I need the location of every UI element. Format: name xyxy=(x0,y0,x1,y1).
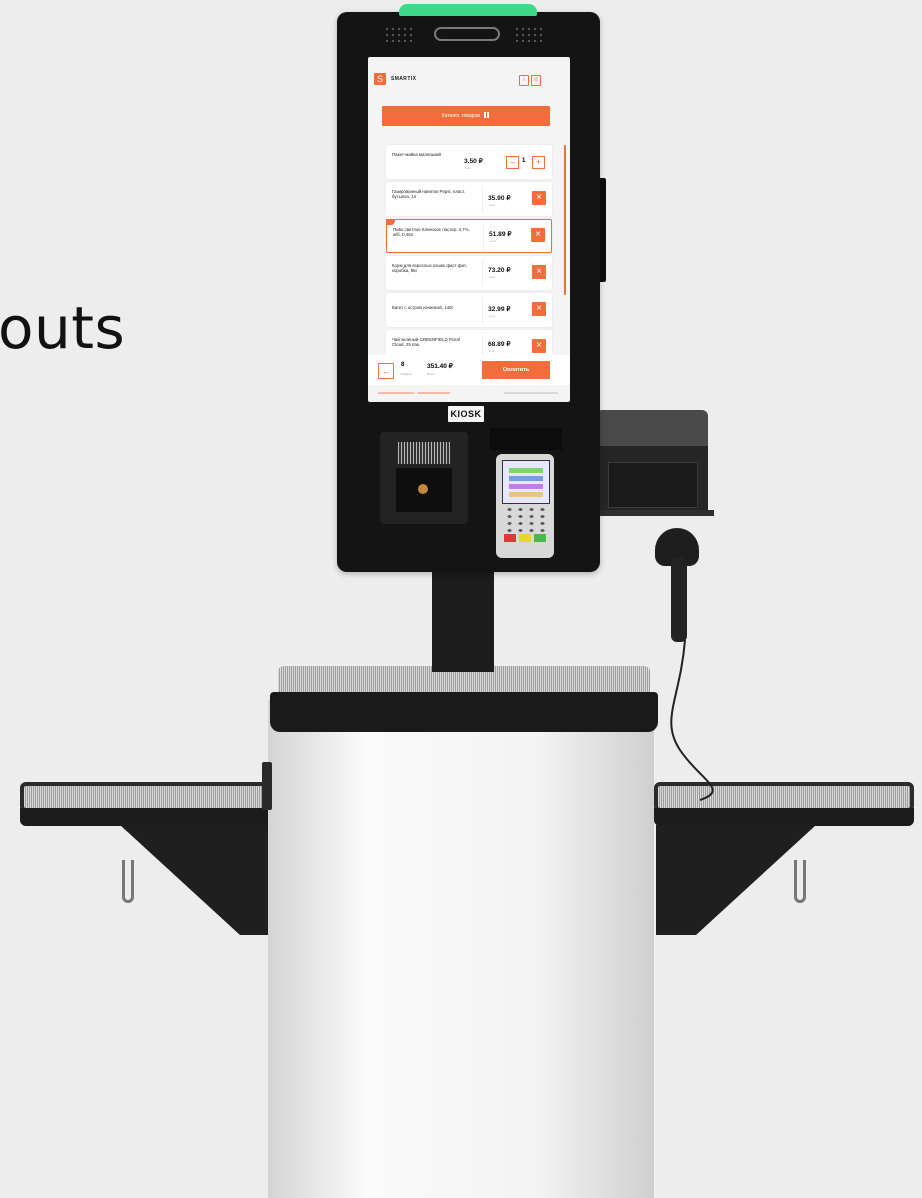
cart-item: Багет с острой начинкой, 140г 32.99 ₽ 1 … xyxy=(386,293,552,327)
catalog-button-label: Каталог товаров xyxy=(441,113,480,119)
pay-button-label: Оплатить xyxy=(502,367,530,373)
item-price: 35.90 ₽ xyxy=(488,195,511,202)
item-divider xyxy=(482,186,483,212)
brand-name: SMARTIX xyxy=(391,76,417,82)
plus-button[interactable]: + xyxy=(532,156,545,169)
remove-item-button[interactable]: × xyxy=(532,191,546,205)
item-count: 8 xyxy=(401,362,405,368)
item-name: Газированный напиток Pepsi, пласт. бутыл… xyxy=(392,189,466,200)
catalog-button[interactable]: Каталог товаров xyxy=(382,106,550,126)
legal-footer xyxy=(378,392,558,394)
item-divider xyxy=(482,260,483,286)
item-price: 68.89 ₽ xyxy=(488,341,511,348)
remove-item-button[interactable]: × xyxy=(532,302,546,316)
payment-terminal[interactable] xyxy=(490,428,562,558)
total-label: Итого xyxy=(427,372,435,376)
qr-reader xyxy=(380,432,468,524)
item-unit: 1 шт xyxy=(465,166,472,170)
back-button[interactable]: ← xyxy=(378,363,394,379)
quantity-value: 1 xyxy=(522,158,526,164)
touch-screen[interactable]: S SMARTIX i ≡ Каталог товаров Пакет-майк… xyxy=(368,57,570,402)
item-count-label: Товаров xyxy=(400,372,412,376)
cart-item: Корм для взрослых кошек фаст фит, коробк… xyxy=(386,256,552,290)
right-hook xyxy=(794,860,806,903)
terminal-screen xyxy=(502,460,550,504)
minus-button[interactable]: – xyxy=(506,156,519,169)
kiosk-label-plate: KIOSK xyxy=(448,406,484,422)
grid-icon xyxy=(484,112,491,118)
remove-item-button[interactable]: × xyxy=(532,265,546,279)
info-icon[interactable]: i xyxy=(519,75,529,86)
left-shelf-bracket xyxy=(120,825,280,935)
right-shelf-bracket xyxy=(656,825,816,935)
barcode-scanner xyxy=(655,528,701,648)
speaker-left xyxy=(384,26,414,42)
item-unit: 1 шт xyxy=(489,314,496,318)
item-unit: 1 шт xyxy=(489,349,496,353)
sensor-light xyxy=(399,4,537,16)
cart-footer: ← 8 Товаров 351.40 ₽ Итого Оплатить xyxy=(368,355,570,385)
menu-icon[interactable]: ≡ xyxy=(531,75,541,86)
headline-text: outs xyxy=(0,294,126,362)
cabinet-top xyxy=(270,666,658,736)
cart-item: Газированный напиток Pepsi, пласт. бутыл… xyxy=(386,182,552,216)
item-price: 73.20 ₽ xyxy=(488,267,511,274)
cabinet-body xyxy=(268,700,654,1198)
item-price: 32.99 ₽ xyxy=(488,306,511,313)
cabinet-side-latch xyxy=(262,762,272,810)
cart-list: Пакет-майка маленький 3.50 ₽ 1 шт – 1 + … xyxy=(380,143,558,364)
kiosk-label: KIOSK xyxy=(450,409,482,419)
total-amount: 351.40 ₽ xyxy=(427,363,453,370)
item-price: 3.50 ₽ xyxy=(464,158,483,165)
speaker-right xyxy=(514,26,544,42)
item-name: Пакет-майка маленький xyxy=(392,152,441,157)
item-name: Чай зеленый GREENFIELD Floral Cloud, 25 … xyxy=(392,337,460,348)
item-name: Корм для взрослых кошек фаст фит, коробк… xyxy=(392,263,467,274)
remove-item-button[interactable]: × xyxy=(531,228,545,242)
left-shelf xyxy=(20,782,282,832)
item-divider xyxy=(482,297,483,323)
item-name: Багет с острой начинкой, 140г xyxy=(392,305,454,310)
list-scrollbar[interactable] xyxy=(564,145,566,295)
item-unit: 1 шт xyxy=(489,275,496,279)
cart-item: Пиво светлое Клинское пастер. 4,7%, ж/б,… xyxy=(386,219,552,253)
item-unit: 1 шт xyxy=(489,203,496,207)
item-price: 51.89 ₽ xyxy=(489,231,512,238)
item-badge xyxy=(386,219,395,225)
item-divider xyxy=(483,224,484,250)
cart-item: Пакет-майка маленький 3.50 ₽ 1 шт – 1 + xyxy=(386,145,552,179)
receipt-printer xyxy=(594,410,714,520)
camera-bar xyxy=(434,27,500,41)
pay-button[interactable]: Оплатить xyxy=(482,361,550,379)
brand-logo-icon: S xyxy=(374,73,386,85)
item-name: Пиво светлое Клинское пастер. 4,7%, ж/б,… xyxy=(393,227,470,238)
kiosk-stand xyxy=(432,568,494,672)
left-hook xyxy=(122,860,134,903)
item-unit: 1 шт xyxy=(490,239,497,243)
terminal-keypad[interactable] xyxy=(504,506,548,534)
remove-item-button[interactable]: × xyxy=(532,339,546,353)
